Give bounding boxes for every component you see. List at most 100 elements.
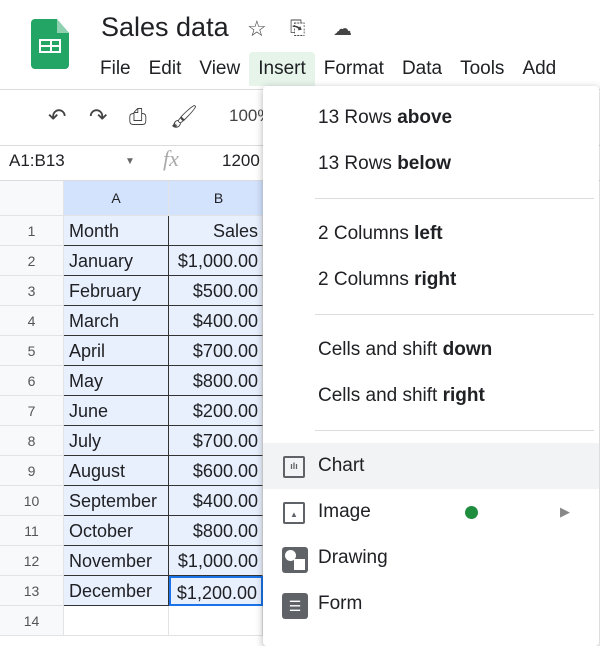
separator [315, 430, 594, 431]
insert-cells-shift-right[interactable]: Cells and shift right [263, 373, 599, 419]
row-header[interactable]: 14 [0, 606, 64, 636]
submenu-arrow-icon: ▶ [560, 504, 570, 519]
paint-format-icon[interactable]: 🖌 [170, 104, 198, 130]
label: Image [318, 501, 371, 522]
cell-a[interactable]: November [64, 546, 169, 576]
dropdown-icon[interactable]: ▼ [125, 156, 135, 167]
cell-a[interactable]: June [64, 396, 169, 426]
insert-columns-right[interactable]: 2 Columns right [263, 257, 599, 303]
cloud-saved-icon[interactable]: ☁ [333, 18, 352, 41]
cell-a[interactable]: October [64, 516, 169, 546]
insert-menu: 13 Rows above 13 Rows below 2 Columns le… [263, 86, 599, 646]
cell-a[interactable]: Month [64, 216, 169, 246]
column-header-a[interactable]: A [64, 181, 169, 216]
label-bold: down [442, 339, 493, 360]
menu-insert[interactable]: Insert [249, 52, 315, 86]
redo-icon[interactable]: ↷ [89, 104, 107, 130]
cell-b[interactable]: $1,000.00 [169, 546, 263, 576]
label: Drawing [318, 547, 388, 568]
cell-b[interactable]: $400.00 [169, 486, 263, 516]
row-header[interactable]: 3 [0, 276, 64, 306]
menu-edit[interactable]: Edit [140, 52, 191, 86]
row-header[interactable]: 11 [0, 516, 64, 546]
move-folder-icon[interactable]: ⎘ [290, 18, 305, 40]
label-bold: right [414, 269, 457, 290]
menu-file[interactable]: File [91, 52, 140, 86]
new-feature-dot [465, 506, 478, 519]
insert-cells-shift-down[interactable]: Cells and shift down [263, 327, 599, 373]
cell-a[interactable]: July [64, 426, 169, 456]
row-header[interactable]: 4 [0, 306, 64, 336]
separator [315, 198, 594, 199]
menu-tools[interactable]: Tools [451, 52, 513, 86]
cell-b[interactable]: $1,000.00 [169, 246, 263, 276]
cell-a[interactable] [64, 606, 169, 636]
row-header[interactable]: 9 [0, 456, 64, 486]
cell-b[interactable]: $500.00 [169, 276, 263, 306]
row-header[interactable]: 12 [0, 546, 64, 576]
cell-b[interactable] [169, 606, 263, 636]
sheets-logo[interactable] [31, 19, 69, 69]
cell-a[interactable]: January [64, 246, 169, 276]
row-header[interactable]: 7 [0, 396, 64, 426]
label-bold: below [397, 153, 452, 174]
image-icon: ▲ [283, 502, 305, 524]
label: 2 Columns [318, 269, 415, 290]
star-icon[interactable]: ☆ [247, 16, 267, 42]
cell-b[interactable]: $800.00 [169, 516, 263, 546]
insert-rows-below[interactable]: 13 Rows below [263, 141, 599, 187]
cell-a[interactable]: April [64, 336, 169, 366]
cell-a[interactable]: March [64, 306, 169, 336]
label-bold: right [442, 385, 485, 406]
label-bold: above [397, 107, 453, 128]
cell-b[interactable]: $700.00 [169, 336, 263, 366]
menu-format[interactable]: Format [315, 52, 393, 86]
cell-b[interactable]: $600.00 [169, 456, 263, 486]
label-bold: left [414, 223, 443, 244]
row-header[interactable]: 6 [0, 366, 64, 396]
cell-a[interactable]: December [64, 576, 169, 606]
cell-b[interactable]: $1,200.00 [169, 576, 263, 606]
row-header[interactable]: 13 [0, 576, 64, 606]
insert-columns-left[interactable]: 2 Columns left [263, 211, 599, 257]
insert-form[interactable]: ☰ Form [263, 581, 599, 627]
cell-a[interactable]: September [64, 486, 169, 516]
label: 2 Columns [318, 223, 415, 244]
row-header[interactable]: 5 [0, 336, 64, 366]
insert-image[interactable]: ▲ Image ▶ [263, 489, 599, 535]
label: 13 Rows [318, 107, 398, 128]
label: Cells and shift [318, 339, 443, 360]
name-box[interactable]: A1:B13 [9, 151, 65, 171]
menu-data[interactable]: Data [393, 52, 451, 86]
fx-icon: fx [163, 146, 179, 171]
insert-drawing[interactable]: Drawing [263, 535, 599, 581]
label: Chart [318, 455, 365, 476]
cell-b[interactable]: $200.00 [169, 396, 263, 426]
formula-input[interactable]: 1200 [222, 151, 260, 171]
cell-b[interactable]: Sales [169, 216, 263, 246]
menu-addons[interactable]: Add [513, 52, 565, 86]
row-header[interactable]: 8 [0, 426, 64, 456]
print-icon[interactable]: ⎙ [129, 104, 147, 130]
insert-rows-above[interactable]: 13 Rows above [263, 95, 599, 141]
cell-b[interactable]: $700.00 [169, 426, 263, 456]
row-header[interactable]: 10 [0, 486, 64, 516]
doc-title[interactable]: Sales data [101, 12, 229, 43]
undo-icon[interactable]: ↶ [48, 104, 66, 130]
menu-view[interactable]: View [190, 52, 249, 86]
row-header[interactable]: 1 [0, 216, 64, 246]
column-header-b[interactable]: B [169, 181, 269, 216]
cell-a[interactable]: February [64, 276, 169, 306]
chart-icon: ılı [283, 456, 305, 478]
form-icon: ☰ [282, 593, 308, 619]
separator [315, 314, 594, 315]
cell-b[interactable]: $400.00 [169, 306, 263, 336]
select-all-corner[interactable] [0, 181, 64, 216]
cell-a[interactable]: May [64, 366, 169, 396]
cell-a[interactable]: August [64, 456, 169, 486]
row-header[interactable]: 2 [0, 246, 64, 276]
insert-chart[interactable]: ılı Chart [263, 443, 599, 489]
label: Cells and shift [318, 385, 443, 406]
label: 13 Rows [318, 153, 398, 174]
cell-b[interactable]: $800.00 [169, 366, 263, 396]
